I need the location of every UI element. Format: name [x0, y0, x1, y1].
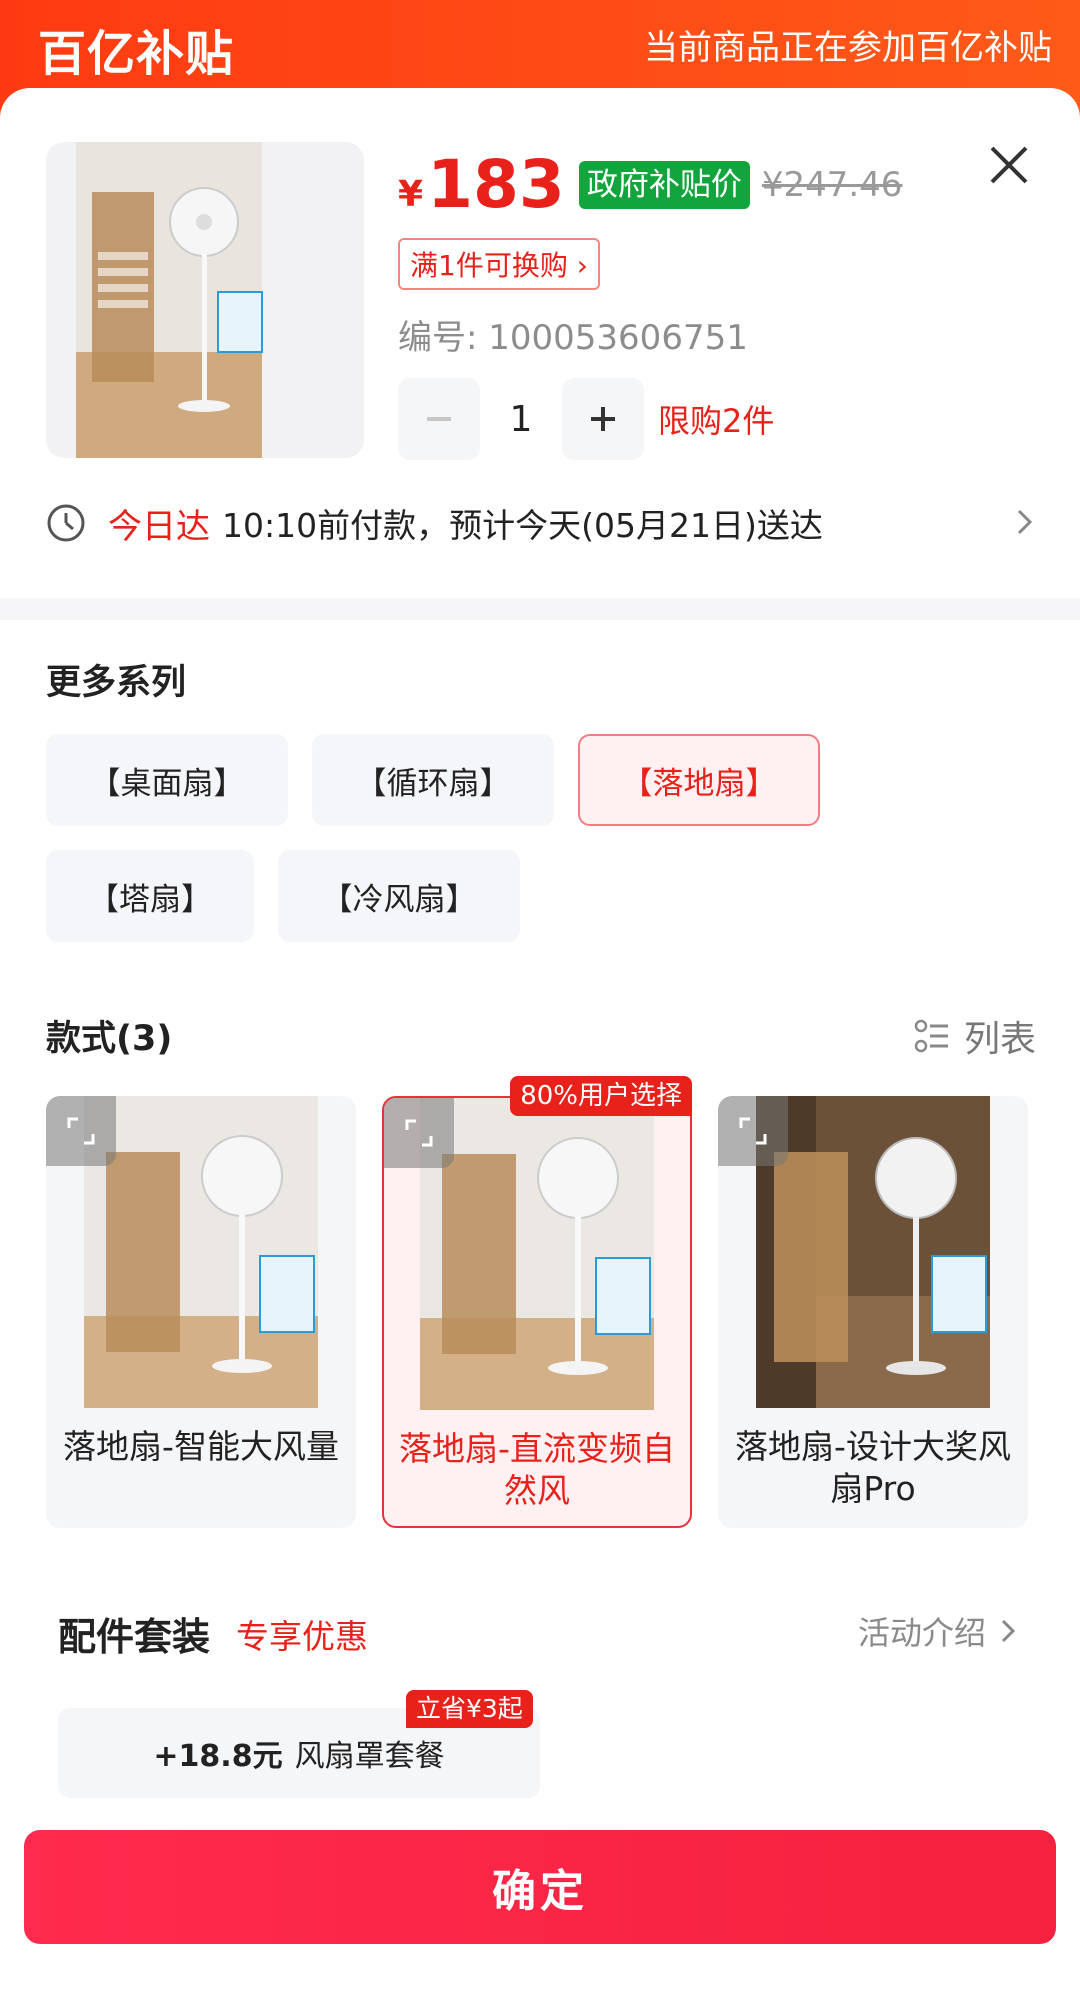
banner-note: 当前商品正在参加百亿补贴 [644, 28, 1052, 68]
style-card-1[interactable]: 落地扇-智能大风量 [46, 1096, 356, 1528]
gov-subsidy-tag: 政府补贴价 [578, 161, 750, 209]
style-card-3[interactable]: 落地扇-设计大奖风扇Pro [718, 1096, 1028, 1528]
package-price: +18.8元 [153, 1739, 283, 1774]
price-row: ¥ 183 政府补贴价 ¥247.46 [398, 150, 902, 220]
original-price: ¥247.46 [761, 165, 903, 205]
quantity-value[interactable]: 1 [480, 399, 562, 440]
delivery-text: 10:10前付款，预计今天(05月21日)送达 [222, 506, 823, 545]
section-divider [0, 598, 1080, 620]
product-thumbnail[interactable] [46, 142, 364, 458]
sku-sheet: ¥ 183 政府补贴价 ¥247.46 满1件可换购 › 编号: 1000536… [0, 88, 1080, 2016]
chevron-right-icon [1017, 509, 1033, 535]
style-image-2 [420, 1098, 654, 1410]
style-card-2[interactable]: 80%用户选择 落地扇-直流变频自然风 [382, 1076, 692, 1528]
sku-number: 编号: 100053606751 [398, 318, 748, 358]
series-desk-fan[interactable]: 【桌面扇】 [46, 734, 288, 826]
list-view-toggle[interactable]: 列表 [914, 1010, 1036, 1062]
purchase-limit: 限购2件 [658, 402, 775, 440]
activity-intro-link[interactable]: 活动介绍 [858, 1608, 1016, 1654]
activity-intro-label: 活动介绍 [857, 1614, 986, 1652]
expand-icon[interactable] [46, 1096, 116, 1166]
increase-button[interactable] [562, 378, 644, 460]
minus-icon [427, 417, 451, 421]
series-floor-fan[interactable]: 【落地扇】 [578, 734, 820, 826]
series-tower-fan[interactable]: 【塔扇】 [46, 850, 254, 942]
list-toggle-label: 列表 [963, 1019, 1036, 1060]
style-label: 落地扇-设计大奖风扇Pro [735, 1427, 1011, 1508]
exchange-offer-button[interactable]: 满1件可换购 › [398, 238, 600, 290]
accessories-subtitle: 专享优惠 [236, 1617, 368, 1656]
series-air-cooler[interactable]: 【冷风扇】 [278, 850, 520, 942]
series-circulation-fan[interactable]: 【循环扇】 [312, 734, 554, 826]
same-day-badge: 今日达 [108, 506, 210, 547]
current-price: 183 [427, 146, 565, 223]
decrease-button[interactable] [398, 378, 480, 460]
style-image-3 [756, 1096, 990, 1408]
plus-icon [591, 407, 615, 431]
quantity-stepper: 1 限购2件 [398, 378, 774, 460]
package-name: 风扇罩套餐 [294, 1739, 445, 1774]
style-label: 落地扇-直流变频自然风 [399, 1429, 675, 1510]
style-image-1 [84, 1096, 318, 1408]
close-icon[interactable] [984, 140, 1034, 190]
currency-symbol: ¥ [398, 173, 424, 215]
style-label: 落地扇-智能大风量 [63, 1427, 339, 1466]
confirm-button[interactable]: 确定 [24, 1830, 1056, 1944]
popular-choice-badge: 80%用户选择 [510, 1076, 692, 1116]
clock-icon [47, 504, 85, 542]
styles-title: 款式(3) [46, 1019, 173, 1059]
save-badge: 立省¥3起 [406, 1690, 533, 1728]
expand-icon[interactable] [718, 1096, 788, 1166]
accessories-title: 配件套装 [58, 1615, 211, 1659]
expand-icon[interactable] [384, 1098, 454, 1168]
brand-logo: 百亿补贴 [38, 26, 235, 82]
list-icon [914, 1019, 948, 1053]
chevron-right-icon [1001, 1619, 1016, 1643]
series-title: 更多系列 [46, 663, 187, 703]
delivery-row[interactable]: 今日达 10:10前付款，预计今天(05月21日)送达 [46, 493, 1036, 553]
